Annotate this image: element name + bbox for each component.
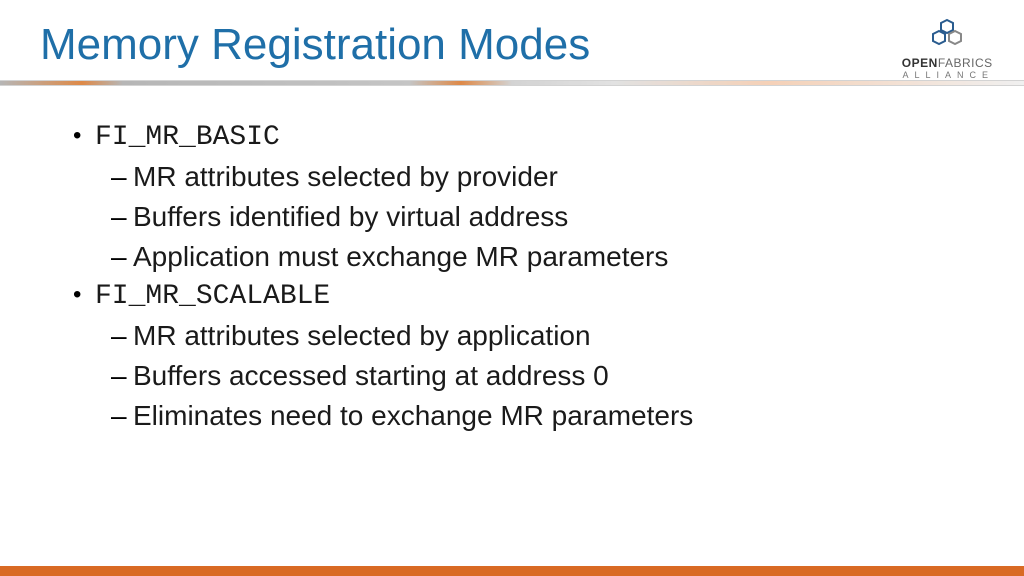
logo-bold: OPEN xyxy=(902,56,938,70)
sub-item: Application must exchange MR parameters xyxy=(133,241,964,273)
bullet-item: FI_MR_BASIC xyxy=(95,122,964,153)
bullet-item: FI_MR_SCALABLE xyxy=(95,281,964,312)
header-divider xyxy=(0,80,1024,86)
sub-item: Eliminates need to exchange MR parameter… xyxy=(133,400,964,432)
logo-subtext: ALLIANCE xyxy=(902,70,994,80)
slide-content: FI_MR_BASIC MR attributes selected by pr… xyxy=(0,86,1024,460)
footer-bar xyxy=(0,566,1024,576)
hex-logo-icon xyxy=(917,18,977,53)
sub-item: Buffers identified by virtual address xyxy=(133,201,964,233)
sub-item: MR attributes selected by provider xyxy=(133,161,964,193)
sub-item: Buffers accessed starting at address 0 xyxy=(133,360,964,392)
slide-header: Memory Registration Modes OPENFABRICS AL… xyxy=(0,0,1024,80)
sub-item: MR attributes selected by application xyxy=(133,320,964,352)
logo-light: FABRICS xyxy=(938,56,993,70)
openfabrics-logo: OPENFABRICS ALLIANCE xyxy=(900,18,994,80)
logo-text: OPENFABRICS xyxy=(900,56,994,70)
page-title: Memory Registration Modes xyxy=(40,20,984,70)
